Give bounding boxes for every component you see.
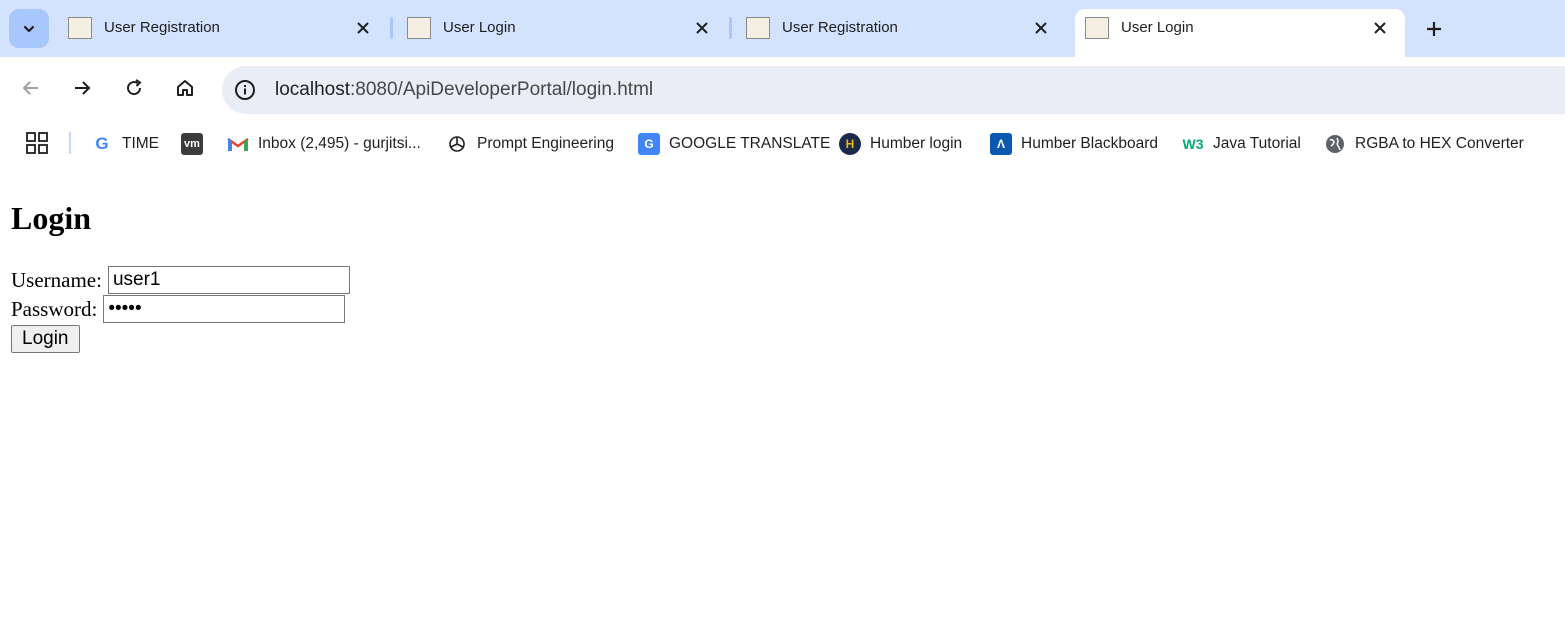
bookmark-label: TIME — [122, 135, 160, 152]
tab-user-registration-1[interactable]: User Registration — [58, 9, 388, 57]
bookmark-time[interactable]: G TIME — [91, 132, 159, 156]
bookmark-label: Prompt Engineering — [477, 135, 614, 152]
w3schools-icon: W3 — [1182, 136, 1204, 152]
username-label: Username: — [11, 267, 102, 292]
openai-icon — [446, 133, 468, 155]
bookmark-label: RGBA to HEX Converter — [1355, 135, 1524, 152]
bookmark-label: Humber Blackboard — [1021, 135, 1158, 152]
forward-arrow-icon — [75, 81, 91, 95]
bookmark-inbox[interactable]: Inbox (2,495) - gurjitsi... — [227, 132, 421, 156]
tab-user-login-active[interactable]: User Login — [1075, 9, 1405, 57]
tab-search-button[interactable] — [9, 9, 49, 48]
url-path: :8080/ApiDeveloperPortal/login.html — [350, 79, 654, 100]
bookmark-google-translate[interactable]: G GOOGLE TRANSLATE — [638, 132, 830, 156]
tab-user-registration-2[interactable]: User Registration — [736, 9, 1066, 57]
vm-icon: vm — [181, 133, 203, 155]
humber-icon: H — [839, 133, 861, 155]
password-label: Password: — [11, 296, 98, 321]
bookmark-humber-login[interactable]: H Humber login — [839, 132, 962, 156]
bookmark-vm[interactable]: vm — [181, 132, 212, 156]
plus-icon — [1427, 22, 1441, 36]
page-content: Login Username: Password: Login — [0, 165, 1565, 640]
site-info-icon[interactable] — [234, 79, 256, 101]
password-row: Password: — [11, 295, 346, 323]
tab-title: User Registration — [782, 19, 898, 36]
blackboard-icon: Λ — [990, 133, 1012, 155]
tomcat-favicon-icon — [746, 17, 770, 39]
google-icon: G — [95, 134, 109, 153]
tomcat-favicon-icon — [1085, 17, 1109, 39]
login-button[interactable]: Login — [11, 325, 80, 353]
bookmarks-divider — [69, 132, 71, 154]
globe-icon — [1324, 133, 1346, 155]
tab-title: User Login — [443, 19, 516, 36]
bookmark-label: Java Tutorial — [1213, 135, 1301, 152]
url-text: localhost:8080/ApiDeveloperPortal/login.… — [275, 79, 653, 101]
bookmark-label: GOOGLE TRANSLATE — [669, 135, 831, 152]
home-button[interactable] — [168, 71, 202, 105]
password-input[interactable] — [103, 295, 346, 323]
url-host: localhost — [275, 79, 350, 100]
reload-icon — [127, 79, 142, 96]
bookmark-java-tutorial[interactable]: W3 Java Tutorial — [1182, 132, 1301, 156]
tab-separator — [390, 17, 393, 39]
tab-title: User Registration — [104, 19, 220, 36]
tomcat-favicon-icon — [68, 17, 92, 39]
tomcat-favicon-icon — [407, 17, 431, 39]
reload-button[interactable] — [117, 71, 151, 105]
close-tab-icon[interactable] — [691, 17, 713, 39]
bookmarks-bar: G TIME vm Inbox (2,495) - gurjitsi... Pr… — [0, 123, 1565, 165]
back-arrow-icon — [22, 81, 38, 95]
bookmark-prompt-engineering[interactable]: Prompt Engineering — [446, 132, 614, 156]
apps-grid-icon[interactable] — [26, 132, 48, 154]
username-row: Username: — [11, 266, 350, 294]
tab-strip: User Registration User Login User Regist… — [0, 0, 1565, 57]
forward-button[interactable] — [65, 71, 99, 105]
back-button[interactable] — [14, 71, 48, 105]
home-icon — [177, 80, 193, 96]
chevron-down-icon — [23, 25, 35, 32]
toolbar: localhost:8080/ApiDeveloperPortal/login.… — [0, 57, 1565, 123]
page-title: Login — [11, 200, 92, 236]
close-tab-icon[interactable] — [352, 17, 374, 39]
bookmark-humber-blackboard[interactable]: Λ Humber Blackboard — [990, 132, 1158, 156]
new-tab-button[interactable] — [1420, 15, 1448, 43]
address-bar[interactable]: localhost:8080/ApiDeveloperPortal/login.… — [222, 66, 1565, 114]
gmail-icon — [227, 133, 249, 155]
bookmark-label: Inbox (2,495) - gurjitsi... — [258, 135, 421, 152]
bookmark-rgba-hex[interactable]: RGBA to HEX Converter — [1324, 132, 1524, 156]
tab-separator — [729, 17, 732, 39]
username-input[interactable] — [107, 266, 350, 294]
google-translate-icon: G — [638, 133, 660, 155]
close-tab-icon[interactable] — [1369, 17, 1391, 39]
close-tab-icon[interactable] — [1030, 17, 1052, 39]
tab-title: User Login — [1121, 19, 1194, 36]
bookmark-label: Humber login — [870, 135, 963, 152]
tab-user-login-1[interactable]: User Login — [397, 9, 727, 57]
